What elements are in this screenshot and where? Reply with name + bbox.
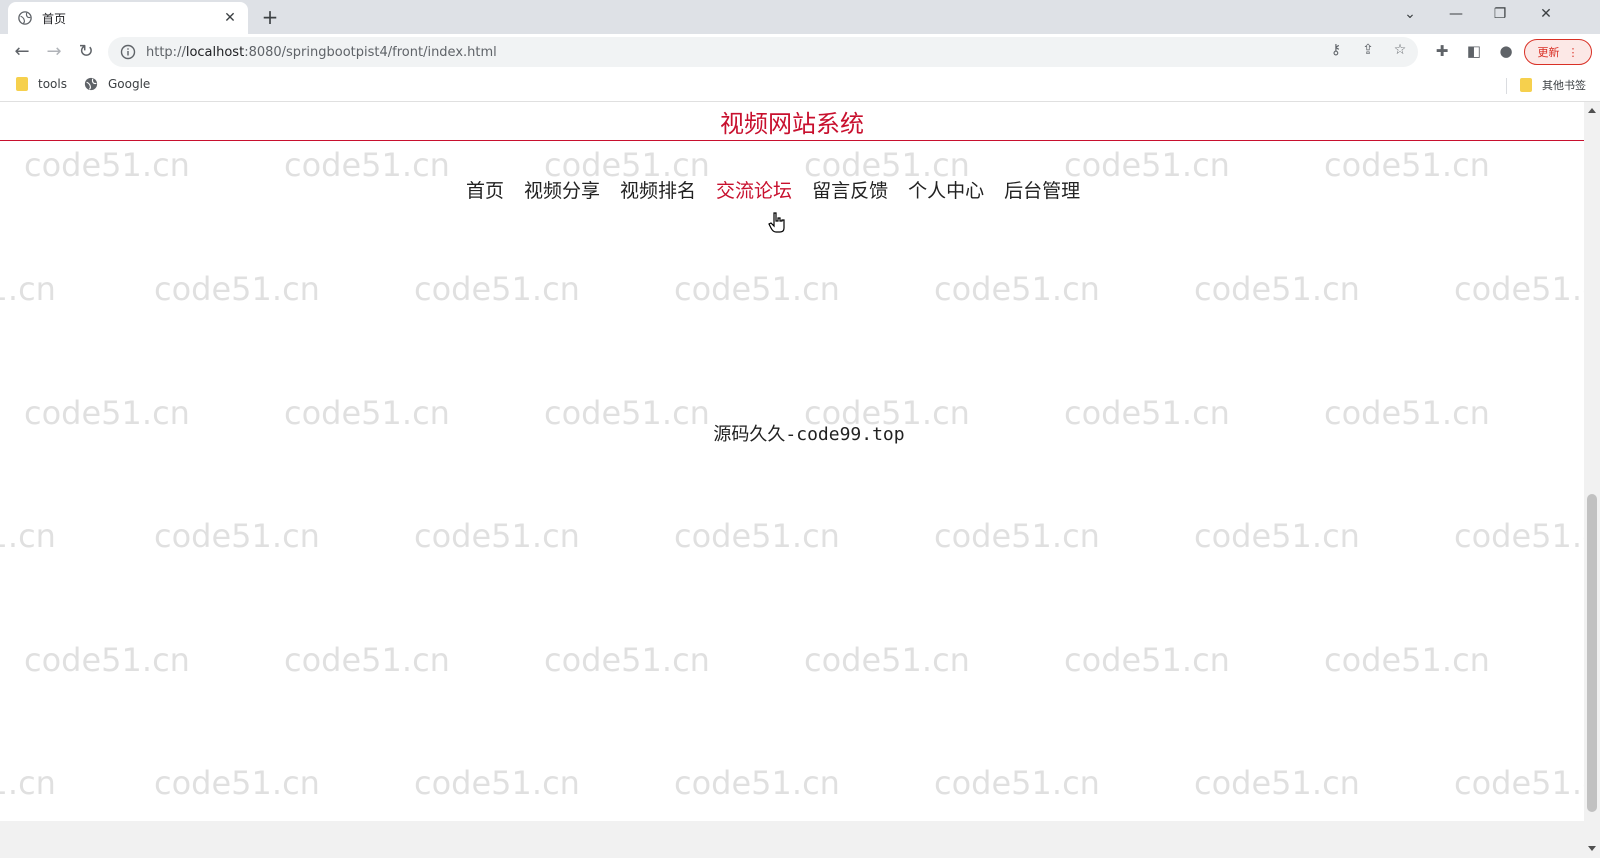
folder-icon: [1520, 78, 1532, 92]
bookmarks-bar: tools Google 其他书签: [0, 70, 1600, 102]
footer-text: 源码久久-code99.top: [713, 424, 905, 445]
tab-title: 首页: [42, 11, 67, 26]
watermark-text: code51.cn: [1194, 517, 1360, 555]
side-panel-icon[interactable]: ◧: [1464, 42, 1484, 60]
watermark-text: code51.cn: [0, 270, 56, 308]
watermark-text: code51.cn: [0, 517, 56, 555]
watermark-text: code51.cn: [154, 517, 320, 555]
watermark-text: code51.cn: [154, 270, 320, 308]
update-button[interactable]: 更新 ⋮: [1524, 39, 1592, 65]
watermark-text: code51.cn: [1194, 270, 1360, 308]
watermark-text: code51.cn: [1194, 764, 1360, 802]
watermark-text: code51.cn: [674, 517, 840, 555]
nav-item-video-rank[interactable]: 视频排名: [620, 176, 696, 206]
bookmark-label: 其他书签: [1542, 79, 1586, 92]
minimize-button[interactable]: —: [1434, 0, 1478, 30]
watermark-text: code51.cn: [934, 764, 1100, 802]
bookmark-google[interactable]: Google: [84, 77, 150, 91]
watermark-text: code51.cn: [414, 517, 580, 555]
profile-icon[interactable]: ●: [1496, 42, 1516, 60]
watermark-text: code51.cn: [414, 764, 580, 802]
globe-icon: [84, 77, 98, 91]
scroll-up-icon[interactable]: [1588, 108, 1596, 113]
bookmark-label: tools: [38, 77, 67, 91]
watermark-text: code51.cn: [1454, 270, 1584, 308]
watermark-text: code51.cn: [24, 146, 190, 184]
url-text: http://localhost:8080/springbootpist4/fr…: [146, 44, 497, 60]
watermark-text: code51.cn: [284, 641, 450, 679]
watermark-text: code51.cn: [1454, 517, 1584, 555]
watermark-text: code51.cn: [1324, 641, 1490, 679]
page-viewport: code51.cn code51.cn code51.cn code51.cn code…: [0, 102, 1584, 821]
watermark-text: code51.cn: [674, 270, 840, 308]
star-icon[interactable]: ☆: [1392, 42, 1408, 58]
watermark-text: code51.cn: [934, 270, 1100, 308]
tab-search-icon[interactable]: ⌄: [1388, 0, 1432, 30]
watermark-text: code51.cn: [1454, 764, 1584, 802]
page-bottom-strip: [0, 821, 1584, 858]
share-icon[interactable]: ⇪: [1360, 42, 1376, 58]
watermark-text: code51.cn: [24, 641, 190, 679]
main-nav: 首页 视频分享 视频排名 交流论坛 留言反馈 个人中心 后台管理: [466, 176, 1100, 206]
update-label: 更新: [1537, 46, 1560, 59]
nav-item-personal-center[interactable]: 个人中心: [908, 176, 984, 206]
vertical-scrollbar[interactable]: [1584, 102, 1600, 858]
back-button[interactable]: ←: [8, 38, 36, 66]
watermark-text: code51.cn: [674, 764, 840, 802]
site-info-icon[interactable]: [120, 44, 136, 60]
nav-item-admin[interactable]: 后台管理: [1004, 176, 1080, 206]
new-tab-button[interactable]: +: [258, 6, 282, 30]
close-window-button[interactable]: ✕: [1524, 0, 1568, 30]
more-menu-icon: ⋮: [1567, 45, 1579, 59]
watermark-text: code51.cn: [0, 764, 56, 802]
tab-strip: 首页 ✕ + ⌄ — ❐ ✕: [0, 0, 1600, 34]
watermark-text: code51.cn: [414, 270, 580, 308]
reload-button[interactable]: ↻: [72, 38, 100, 66]
restore-button[interactable]: ❐: [1478, 0, 1522, 30]
hand-cursor-icon: [768, 212, 785, 233]
bookmark-other[interactable]: 其他书签: [1520, 77, 1586, 93]
tab-close-icon[interactable]: ✕: [222, 10, 238, 26]
omnibox-actions: ⚷ ⇪ ☆: [1328, 42, 1408, 58]
forward-button[interactable]: →: [40, 38, 68, 66]
browser-tab[interactable]: 首页 ✕: [8, 2, 248, 34]
watermark-text: code51.cn: [934, 517, 1100, 555]
nav-item-video-share[interactable]: 视频分享: [524, 176, 600, 206]
bookmark-tools[interactable]: tools: [16, 77, 67, 91]
nav-item-home[interactable]: 首页: [466, 176, 504, 206]
extensions-icon[interactable]: ✚: [1432, 42, 1452, 60]
key-icon[interactable]: ⚷: [1328, 42, 1344, 58]
watermark-text: code51.cn: [544, 641, 710, 679]
watermark-text: code51.cn: [154, 764, 320, 802]
title-divider: [0, 140, 1584, 141]
watermark-text: code51.cn: [1324, 146, 1490, 184]
bookmark-label: Google: [108, 77, 151, 91]
watermark-text: code51.cn: [284, 146, 450, 184]
watermark-text: code51.cn: [1064, 641, 1230, 679]
address-bar[interactable]: http://localhost:8080/springbootpist4/fr…: [108, 37, 1418, 67]
watermark-text: code51.cn: [804, 641, 970, 679]
site-title: 视频网站系统: [720, 110, 864, 138]
globe-icon: [18, 11, 32, 25]
scroll-down-icon[interactable]: [1588, 846, 1596, 851]
scroll-thumb[interactable]: [1587, 494, 1597, 812]
nav-item-feedback[interactable]: 留言反馈: [812, 176, 888, 206]
browser-toolbar: ← → ↻ http://localhost:8080/springbootpi…: [0, 34, 1600, 70]
bookmarks-divider: [1506, 78, 1507, 94]
nav-item-forum[interactable]: 交流论坛: [716, 176, 792, 206]
folder-icon: [16, 77, 28, 91]
